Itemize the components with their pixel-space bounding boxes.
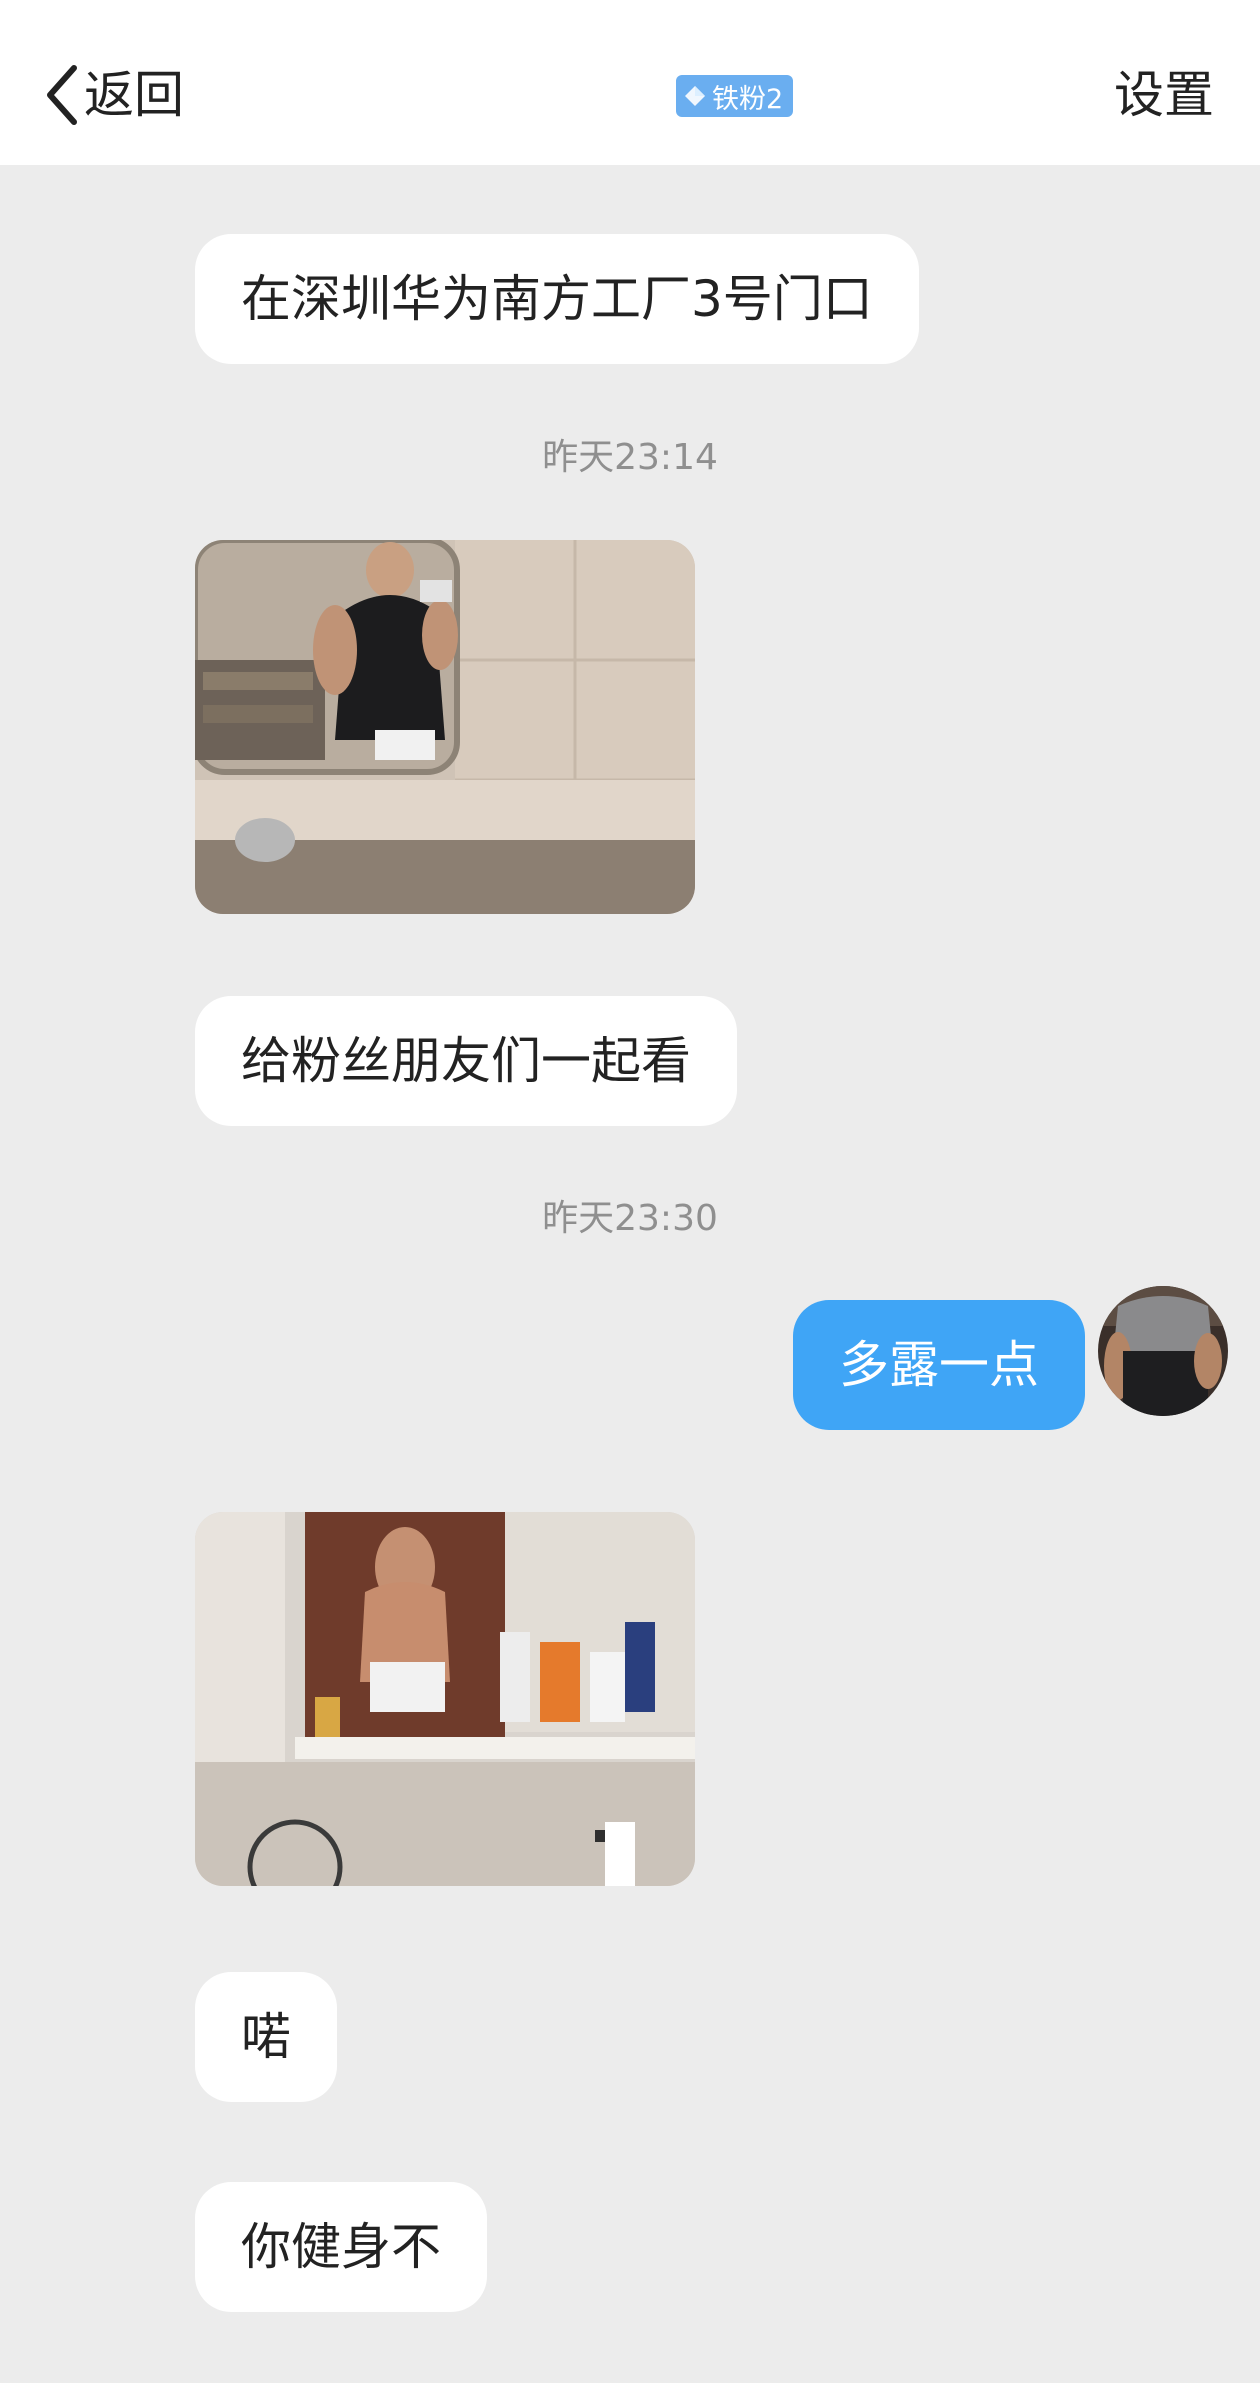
user-avatar-image (1098, 1286, 1228, 1416)
message-bubble[interactable]: 喏 (195, 1972, 337, 2102)
message-timestamp: 昨天23:30 (542, 1198, 718, 1239)
avatar[interactable] (1098, 1286, 1228, 1416)
message-bubble[interactable]: 在深圳华为南方工厂3号门口 (195, 234, 919, 364)
message-image[interactable] (195, 1512, 695, 1886)
message-timestamp: 昨天23:14 (542, 437, 718, 478)
chat-header: 返回 铁粉2 设置 (0, 0, 1260, 165)
bathroom-selfie-photo (195, 1512, 695, 1886)
message-bubble[interactable]: 给粉丝朋友们一起看 (195, 996, 737, 1126)
message-bubble-self[interactable]: 多露一点 (793, 1300, 1085, 1430)
message-bubble[interactable]: 你健身不 (195, 2182, 487, 2312)
back-label: 返回 (84, 66, 184, 124)
diamond-icon (685, 86, 705, 106)
settings-button[interactable]: 设置 (1114, 60, 1214, 130)
back-button[interactable]: 返回 (44, 60, 184, 130)
fan-badge-label: 铁粉2 (712, 83, 784, 115)
message-image[interactable] (195, 540, 695, 914)
mirror-selfie-photo (195, 540, 695, 914)
fan-level-badge: 铁粉2 (676, 75, 794, 117)
chevron-left-icon (47, 65, 77, 125)
